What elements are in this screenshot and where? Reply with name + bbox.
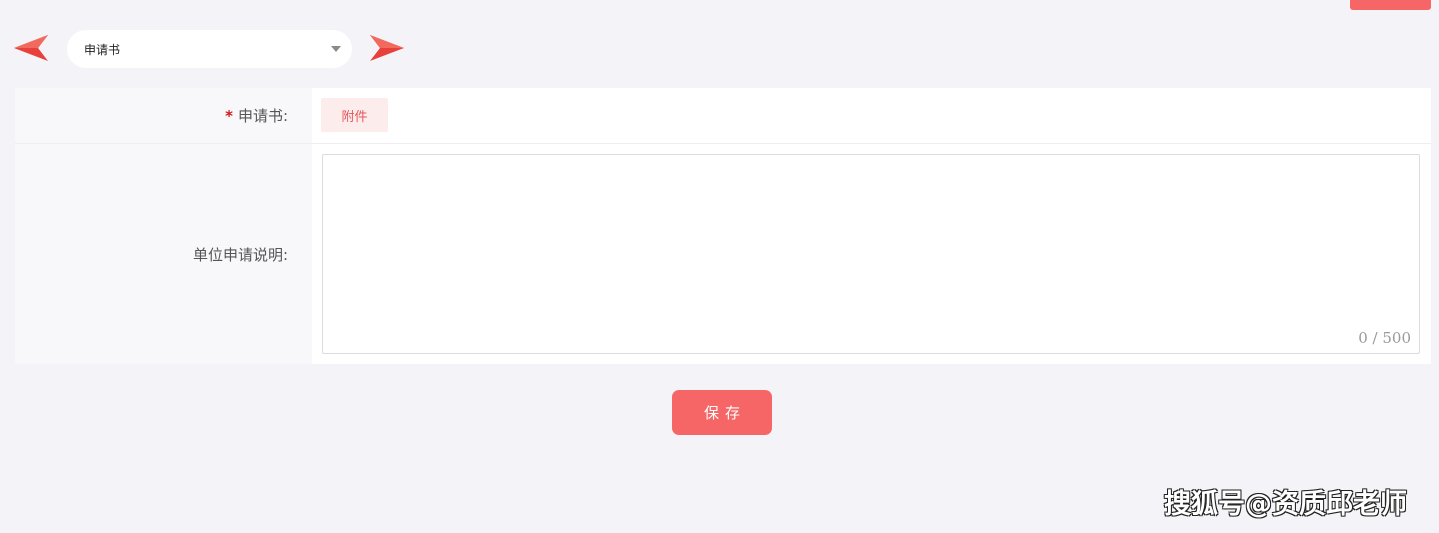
next-arrow-button[interactable]	[370, 35, 404, 61]
application-row: * 申请书: 附件	[15, 88, 1431, 144]
document-type-select[interactable]: 申请书	[67, 30, 352, 68]
document-type-select-value: 申请书	[84, 42, 121, 57]
description-row: 单位申请说明: 0 / 500	[15, 144, 1431, 364]
description-content-cell: 0 / 500	[312, 144, 1431, 364]
page: 申请书 * 申请书: 附件 单位申请说明: 0 / 500 保存 搜狐号@资质邱…	[0, 0, 1439, 533]
caret-down-icon	[331, 46, 341, 52]
watermark: 搜狐号@资质邱老师	[1164, 489, 1407, 520]
application-label: 申请书:	[237, 107, 288, 125]
description-textarea[interactable]	[322, 154, 1420, 354]
left-arrow-icon	[14, 35, 48, 61]
top-action-button[interactable]	[1350, 0, 1431, 10]
description-label: 单位申请说明:	[192, 245, 288, 264]
application-label-cell: * 申请书:	[15, 88, 312, 143]
application-content-cell: 附件	[312, 88, 1431, 143]
character-counter: 0 / 500	[1358, 329, 1411, 347]
save-button[interactable]: 保存	[672, 390, 772, 435]
right-arrow-icon	[370, 35, 404, 61]
required-mark: *	[225, 106, 233, 125]
prev-arrow-button[interactable]	[14, 35, 48, 61]
description-label-cell: 单位申请说明:	[15, 144, 312, 364]
attachment-button[interactable]: 附件	[321, 98, 388, 132]
application-form: * 申请书: 附件 单位申请说明: 0 / 500	[15, 88, 1431, 364]
